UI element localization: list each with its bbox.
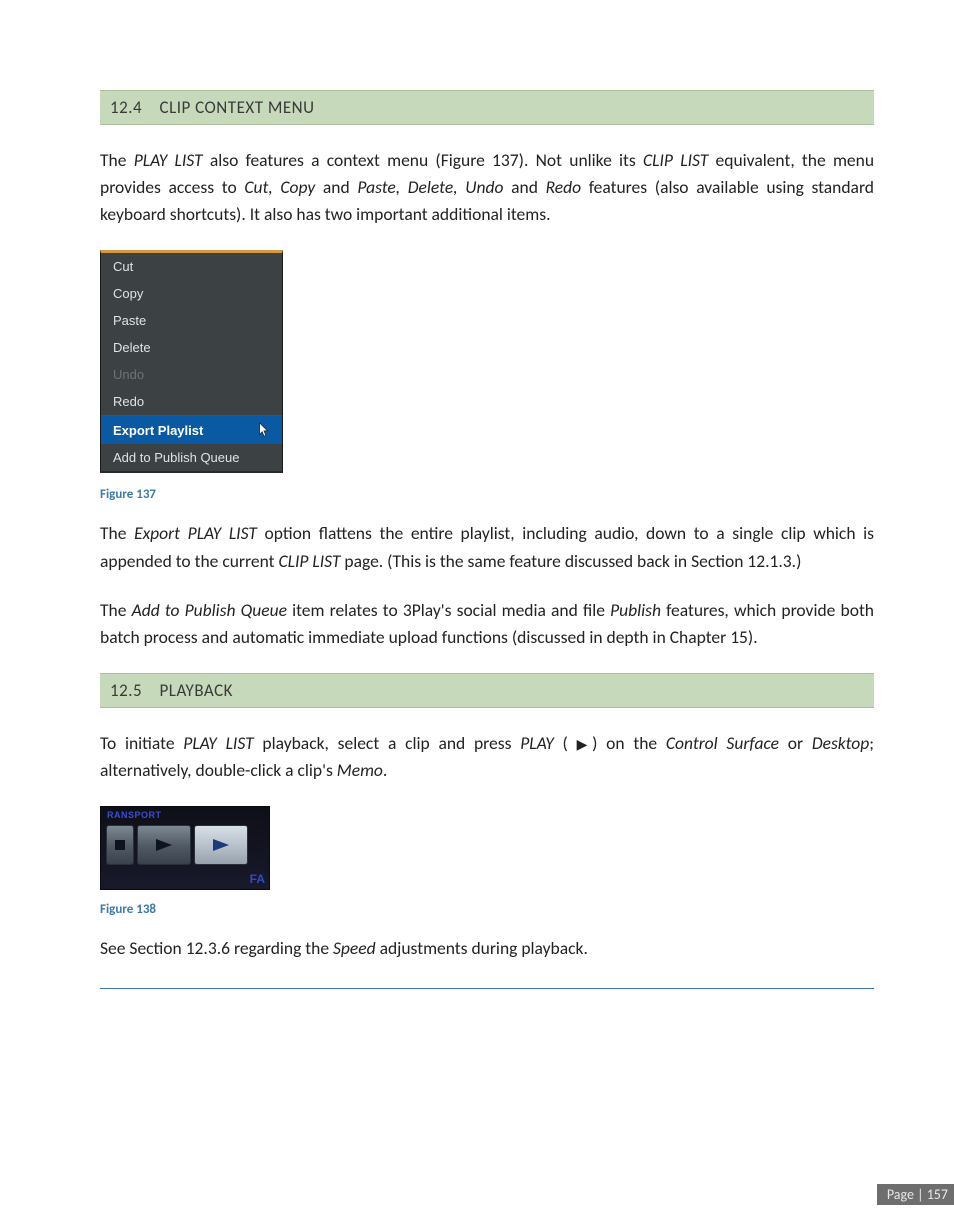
menu-item-delete[interactable]: Delete — [101, 334, 282, 361]
stop-icon — [115, 840, 125, 850]
menu-item-export-playlist[interactable]: Export Playlist — [101, 415, 282, 444]
body-paragraph: The PLAY LIST also features a context me… — [100, 147, 874, 228]
emphasis: Desktop — [812, 732, 869, 754]
menu-item-undo: Undo — [101, 361, 282, 388]
text-run: ( — [554, 732, 577, 754]
emphasis: Add to Publish Queue — [132, 599, 287, 621]
page-number: Page | 157 — [877, 1184, 954, 1205]
menu-item-label: Export Playlist — [113, 423, 203, 438]
text-run: or — [779, 732, 812, 754]
footer-rule — [100, 988, 874, 989]
section-title: CLIP CONTEXT MENU — [160, 97, 315, 118]
figure-caption-137: Figure 137 — [100, 487, 874, 502]
emphasis: CLIP LIST — [643, 149, 708, 171]
emphasis: Control Surface — [666, 732, 779, 754]
body-paragraph: To initiate PLAY LIST playback, select a… — [100, 730, 874, 784]
text-run: also features a context menu (Figure 137… — [203, 149, 643, 171]
section-number: 12.4 — [110, 97, 142, 118]
section-heading-12-5: 12.5 PLAYBACK — [100, 673, 874, 708]
emphasis: Memo — [337, 759, 383, 781]
fa-label: FA — [250, 872, 265, 886]
emphasis: PLAY LIST — [134, 149, 203, 171]
menu-item-cut[interactable]: Cut — [101, 253, 282, 280]
emphasis: CLIP LIST — [278, 550, 340, 572]
text-run: playback, select a clip and press — [254, 732, 521, 754]
section-number: 12.5 — [110, 680, 142, 701]
text-run: . — [383, 759, 387, 781]
emphasis: Paste, Delete, Undo — [357, 176, 503, 198]
play-icon — [156, 839, 172, 851]
emphasis: PLAY LIST — [183, 732, 253, 754]
text-run: item relates to 3Play's social media and… — [287, 599, 610, 621]
transport-buttons — [106, 825, 248, 865]
play-icon — [213, 839, 229, 851]
text-run: page. (This is the same feature discusse… — [340, 550, 801, 572]
play-button[interactable] — [137, 825, 191, 865]
cursor-icon — [258, 422, 270, 438]
emphasis: Redo — [546, 176, 582, 198]
text-run: See Section 12.3.6 regarding the — [100, 937, 333, 959]
emphasis: PLAY — [520, 732, 554, 754]
text-run: The — [100, 149, 134, 171]
emphasis: Publish — [610, 599, 661, 621]
emphasis: Cut, Copy — [244, 176, 315, 198]
transport-figure: RANSPORT FA — [100, 806, 270, 890]
text-run: and — [315, 176, 357, 198]
section-title: PLAYBACK — [160, 680, 234, 701]
play-icon: ▶ — [577, 736, 593, 753]
body-paragraph: See Section 12.3.6 regarding the Speed a… — [100, 935, 874, 962]
text-run: ) on the — [592, 732, 666, 754]
text-run: The — [100, 599, 132, 621]
context-menu-figure: Cut Copy Paste Delete Undo Redo Export P… — [100, 250, 283, 473]
text-run: adjustments during playback. — [376, 937, 588, 959]
transport-panel-label: RANSPORT — [107, 810, 162, 820]
body-paragraph: The Export PLAY LIST option flattens the… — [100, 520, 874, 574]
menu-item-paste[interactable]: Paste — [101, 307, 282, 334]
menu-item-copy[interactable]: Copy — [101, 280, 282, 307]
figure-caption-138: Figure 138 — [100, 902, 874, 917]
menu-item-redo[interactable]: Redo — [101, 388, 282, 415]
body-paragraph: The Add to Publish Queue item relates to… — [100, 597, 874, 651]
emphasis: Export PLAY LIST — [134, 522, 257, 544]
text-run: The — [100, 522, 134, 544]
text-run: and — [503, 176, 545, 198]
section-heading-12-4: 12.4 CLIP CONTEXT MENU — [100, 90, 874, 125]
play-alt-button[interactable] — [194, 825, 248, 865]
text-run: To initiate — [100, 732, 183, 754]
menu-item-add-publish-queue[interactable]: Add to Publish Queue — [101, 444, 282, 471]
stop-button[interactable] — [106, 825, 134, 865]
emphasis: Speed — [333, 937, 376, 959]
